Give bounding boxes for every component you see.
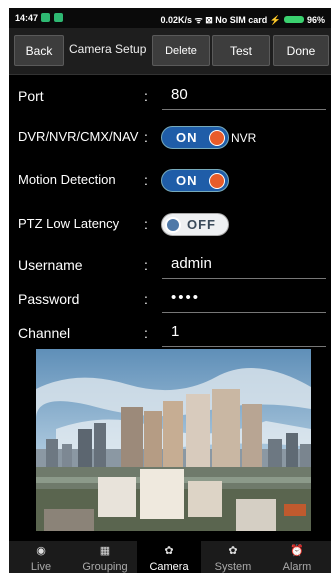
port-colon: : [144,88,148,104]
username-colon: : [144,257,148,273]
password-row: Password : •••• [9,287,331,317]
ptz-toggle-text: OFF [187,217,216,232]
tab-label: Live [30,561,52,573]
dvr-toggle-text: ON [176,130,198,145]
port-row: Port : 80 [9,84,331,114]
username-field[interactable]: admin [162,253,326,279]
tab-label: Grouping [82,561,128,573]
channel-colon: : [144,325,148,341]
ptz-label: PTZ Low Latency [18,216,120,231]
tab-label: Camera [149,561,189,573]
app-notification-icon [41,13,50,22]
app-notification-icon-2 [54,13,63,22]
status-bar: 14:47 0.02K/s ᯤ ⊠ No SIM card ⚡ 96% [9,8,331,28]
password-field[interactable]: •••• [162,287,326,313]
delete-button[interactable]: Delete [152,35,210,66]
password-label: Password [18,291,80,307]
phone-screen: 14:47 0.02K/s ᯤ ⊠ No SIM card ⚡ 96% Back… [9,8,331,573]
channel-label: Channel [18,325,71,341]
ptz-toggle[interactable]: OFF [161,213,229,236]
battery-icon [283,16,304,23]
tab-alarm[interactable]: ⏰ Alarm [265,541,329,573]
toggle-knob [165,217,181,233]
ptz-colon: : [144,216,148,232]
grouping-icon: ▦ [99,545,111,557]
status-right: 0.02K/s ᯤ ⊠ No SIM card ⚡ 96% [160,13,325,26]
tab-grouping[interactable]: ▦ Grouping [73,541,137,573]
done-button[interactable]: Done [273,35,329,66]
motion-toggle[interactable]: ON [161,169,229,192]
test-button[interactable]: Test [212,35,270,66]
status-network-text: 0.02K/s ᯤ ⊠ No SIM card ⚡ [160,15,281,25]
motion-row: Motion Detection : ON [9,166,331,196]
motion-label: Motion Detection [18,172,116,187]
camera-preview-image [36,349,311,531]
dvr-row: DVR/NVR/CMX/NAV : ON NVR [9,123,331,153]
tab-system[interactable]: ✿ System [201,541,265,573]
toggle-knob [209,130,225,146]
toggle-knob [209,173,225,189]
tab-label: Alarm [282,561,312,573]
live-icon: ◉ [36,545,46,557]
password-colon: : [144,291,148,307]
alarm-clock-icon: ⏰ [290,545,304,557]
dvr-mode: NVR [231,131,257,145]
ptz-row: PTZ Low Latency : OFF [9,210,331,240]
dvr-toggle[interactable]: ON [161,126,229,149]
tab-label: System [214,561,252,573]
status-time: 14:47 [15,13,39,23]
motion-toggle-text: ON [176,173,198,188]
dvr-colon: : [144,129,148,145]
page-title: Camera Setup [69,42,147,56]
camera-preview[interactable] [36,349,311,531]
system-gear-icon: ✿ [228,545,238,557]
bottom-tab-bar: ◉ Live ▦ Grouping ✿ Camera ✿ System ⏰ Al… [9,541,331,573]
username-label: Username [18,257,83,273]
tab-live[interactable]: ◉ Live [9,541,73,573]
username-row: Username : admin [9,253,331,283]
back-button[interactable]: Back [14,35,64,66]
camera-gear-icon: ✿ [164,545,174,557]
channel-row: Channel : 1 [9,321,331,351]
dvr-label: DVR/NVR/CMX/NAV [18,129,139,144]
port-field[interactable]: 80 [162,84,326,110]
port-label: Port [18,88,44,104]
battery-percent: 96% [306,14,325,25]
motion-colon: : [144,172,148,188]
channel-field[interactable]: 1 [162,321,326,347]
tab-camera[interactable]: ✿ Camera [137,541,201,573]
toolbar: Back Camera Setup Delete Test Done [9,28,331,75]
